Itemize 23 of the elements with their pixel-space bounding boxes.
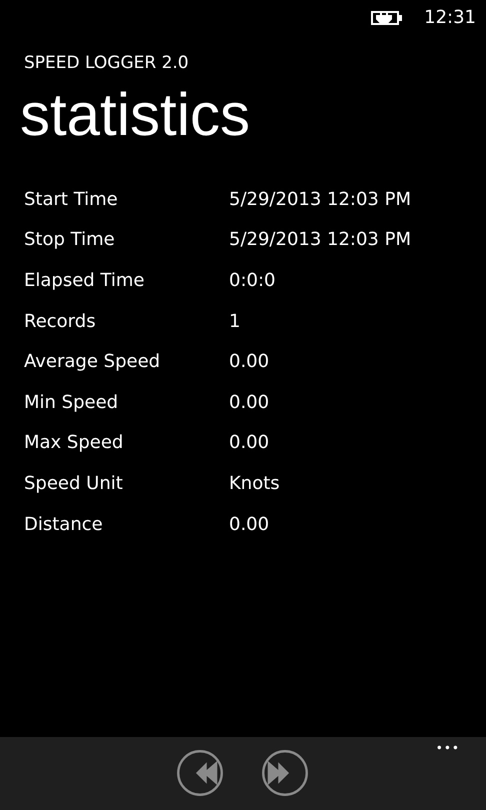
- stat-value: 0:0:0: [229, 270, 276, 291]
- stat-value: Knots: [229, 472, 280, 494]
- stat-value: 0.00: [229, 392, 270, 413]
- stat-value: 0.00: [229, 514, 270, 535]
- stat-label: Speed Unit: [23, 472, 124, 494]
- stat-label: Min Speed: [23, 392, 120, 413]
- battery-charging-icon: [371, 10, 404, 26]
- stat-value: 0.00: [229, 351, 270, 372]
- stat-label: Elapsed Time: [23, 270, 146, 291]
- stat-label: Max Speed: [23, 432, 124, 454]
- stat-label: Records: [23, 310, 97, 332]
- stat-label: Stop Time: [23, 229, 116, 250]
- stat-label: Start Time: [23, 188, 119, 210]
- stat-value: 1: [229, 310, 240, 332]
- stat-value: 5/29/2013 12:03 PM: [229, 188, 411, 210]
- stat-label: Distance: [23, 514, 104, 535]
- app-title: SPEED LOGGER 2.0: [24, 53, 190, 73]
- stat-value: 5/29/2013 12:03 PM: [229, 229, 411, 250]
- stat-label: Average Speed: [23, 351, 162, 372]
- more-button[interactable]: •••: [434, 739, 462, 757]
- page-title: statistics: [20, 80, 252, 150]
- clock-time: 12:31: [424, 7, 476, 28]
- stat-value: 0.00: [229, 432, 270, 454]
